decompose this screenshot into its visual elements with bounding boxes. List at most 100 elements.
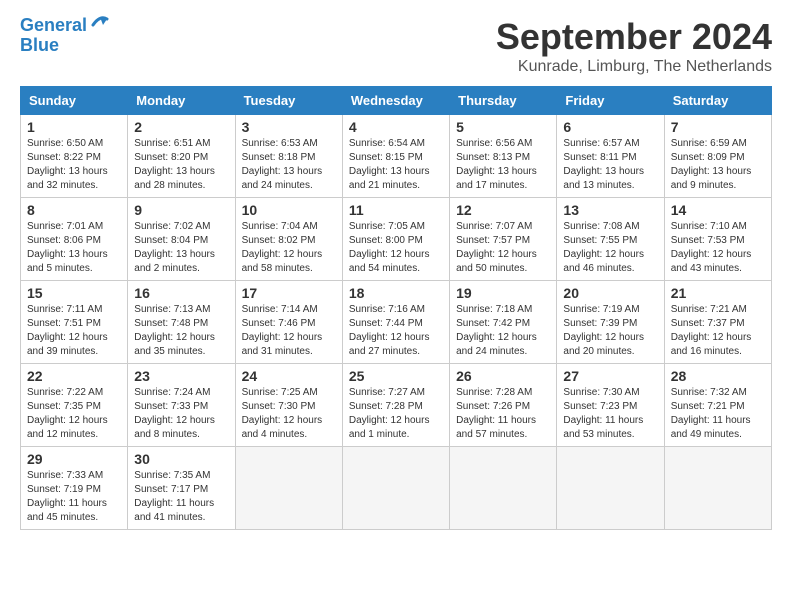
weekday-header: Sunday <box>21 87 128 115</box>
calendar-day-cell: 21Sunrise: 7:21 AM Sunset: 7:37 PM Dayli… <box>664 281 771 364</box>
day-number: 5 <box>456 119 550 135</box>
calendar-day-cell: 19 Sunrise: 7:18 AM Sunset: 7:42 PM Dayli… <box>450 281 557 364</box>
day-info: Sunrise: 7:02 AM Sunset: 8:04 PM Dayligh… <box>134 220 228 276</box>
day-info: Sunrise: 7:24 AM Sunset: 7:33 PM Dayligh… <box>134 386 228 442</box>
day-info: Sunrise: 7:16 AM Sunset: 7:44 PM Dayligh… <box>349 303 443 359</box>
day-info: Sunrise: 7:33 AM Sunset: 7:19 PM Dayligh… <box>27 469 121 525</box>
day-number: 10 <box>242 202 336 218</box>
day-number: 17 <box>242 285 336 301</box>
day-number: 29 <box>27 451 121 467</box>
calendar-day-cell: 16Sunrise: 7:13 AM Sunset: 7:48 PM Dayli… <box>128 281 235 364</box>
calendar-day-cell: 11Sunrise: 7:05 AM Sunset: 8:00 PM Dayli… <box>342 198 449 281</box>
day-info: Sunrise: 6:57 AM Sunset: 8:11 PM Dayligh… <box>563 137 657 193</box>
calendar-day-cell: 7 Sunrise: 6:59 AM Sunset: 8:09 PM Daylig… <box>664 115 771 198</box>
calendar-day-cell: 2 Sunrise: 6:51 AM Sunset: 8:20 PM Daylig… <box>128 115 235 198</box>
calendar-day-cell: 20Sunrise: 7:19 AM Sunset: 7:39 PM Dayli… <box>557 281 664 364</box>
calendar-day-cell: 18Sunrise: 7:16 AM Sunset: 7:44 PM Dayli… <box>342 281 449 364</box>
location: Kunrade, Limburg, The Netherlands <box>496 58 772 76</box>
calendar-day-cell: 3Sunrise: 6:53 AM Sunset: 8:18 PM Daylig… <box>235 115 342 198</box>
calendar-day-cell: 26 Sunrise: 7:28 AM Sunset: 7:26 PM Dayli… <box>450 364 557 447</box>
calendar-day-cell: 25 Sunrise: 7:27 AM Sunset: 7:28 PM Dayli… <box>342 364 449 447</box>
calendar-day-cell: 8 Sunrise: 7:01 AM Sunset: 8:06 PM Daylig… <box>21 198 128 281</box>
calendar-week-row: 8 Sunrise: 7:01 AM Sunset: 8:06 PM Daylig… <box>21 198 772 281</box>
calendar-day-cell <box>664 447 771 530</box>
calendar-day-cell <box>235 447 342 530</box>
calendar-day-cell: 5 Sunrise: 6:56 AM Sunset: 8:13 PM Daylig… <box>450 115 557 198</box>
calendar-day-cell: 1 Sunrise: 6:50 AM Sunset: 8:22 PM Daylig… <box>21 115 128 198</box>
day-number: 3 <box>242 119 336 135</box>
day-info: Sunrise: 7:32 AM Sunset: 7:21 PM Dayligh… <box>671 386 765 442</box>
day-number: 27 <box>563 368 657 384</box>
calendar-day-cell: 9 Sunrise: 7:02 AM Sunset: 8:04 PM Daylig… <box>128 198 235 281</box>
title-block: September 2024 Kunrade, Limburg, The Net… <box>496 16 772 76</box>
day-info: Sunrise: 7:13 AM Sunset: 7:48 PM Dayligh… <box>134 303 228 359</box>
day-number: 25 <box>349 368 443 384</box>
day-number: 2 <box>134 119 228 135</box>
day-number: 11 <box>349 202 443 218</box>
calendar-day-cell: 12Sunrise: 7:07 AM Sunset: 7:57 PM Dayli… <box>450 198 557 281</box>
calendar-day-cell: 23Sunrise: 7:24 AM Sunset: 7:33 PM Dayli… <box>128 364 235 447</box>
calendar-day-cell: 15Sunrise: 7:11 AM Sunset: 7:51 PM Dayli… <box>21 281 128 364</box>
day-info: Sunrise: 7:01 AM Sunset: 8:06 PM Dayligh… <box>27 220 121 276</box>
calendar-week-row: 22Sunrise: 7:22 AM Sunset: 7:35 PM Dayli… <box>21 364 772 447</box>
day-info: Sunrise: 6:56 AM Sunset: 8:13 PM Dayligh… <box>456 137 550 193</box>
calendar-day-cell <box>450 447 557 530</box>
page-header: General Blue September 2024 Kunrade, Lim… <box>20 16 772 76</box>
day-info: Sunrise: 7:08 AM Sunset: 7:55 PM Dayligh… <box>563 220 657 276</box>
logo-icon <box>89 11 111 33</box>
calendar-header: SundayMondayTuesdayWednesdayThursdayFrid… <box>21 87 772 115</box>
day-info: Sunrise: 6:50 AM Sunset: 8:22 PM Dayligh… <box>27 137 121 193</box>
calendar-day-cell: 24 Sunrise: 7:25 AM Sunset: 7:30 PM Dayli… <box>235 364 342 447</box>
day-number: 9 <box>134 202 228 218</box>
day-info: Sunrise: 7:35 AM Sunset: 7:17 PM Dayligh… <box>134 469 228 525</box>
day-info: Sunrise: 6:51 AM Sunset: 8:20 PM Dayligh… <box>134 137 228 193</box>
day-info: Sunrise: 7:07 AM Sunset: 7:57 PM Dayligh… <box>456 220 550 276</box>
month-title: September 2024 <box>496 16 772 58</box>
calendar-day-cell: 28 Sunrise: 7:32 AM Sunset: 7:21 PM Dayli… <box>664 364 771 447</box>
day-info: Sunrise: 7:04 AM Sunset: 8:02 PM Dayligh… <box>242 220 336 276</box>
calendar-day-cell: 17Sunrise: 7:14 AM Sunset: 7:46 PM Dayli… <box>235 281 342 364</box>
day-number: 20 <box>563 285 657 301</box>
weekday-header: Thursday <box>450 87 557 115</box>
day-info: Sunrise: 7:25 AM Sunset: 7:30 PM Dayligh… <box>242 386 336 442</box>
day-info: Sunrise: 6:54 AM Sunset: 8:15 PM Dayligh… <box>349 137 443 193</box>
calendar-day-cell: 4 Sunrise: 6:54 AM Sunset: 8:15 PM Daylig… <box>342 115 449 198</box>
calendar-day-cell <box>557 447 664 530</box>
day-info: Sunrise: 6:59 AM Sunset: 8:09 PM Dayligh… <box>671 137 765 193</box>
weekday-header: Wednesday <box>342 87 449 115</box>
calendar-day-cell: 14 Sunrise: 7:10 AM Sunset: 7:53 PM Dayli… <box>664 198 771 281</box>
day-number: 26 <box>456 368 550 384</box>
day-info: Sunrise: 7:27 AM Sunset: 7:28 PM Dayligh… <box>349 386 443 442</box>
logo-text: General <box>20 16 87 36</box>
weekday-header: Tuesday <box>235 87 342 115</box>
day-number: 1 <box>27 119 121 135</box>
day-number: 8 <box>27 202 121 218</box>
day-number: 19 <box>456 285 550 301</box>
calendar-body: 1 Sunrise: 6:50 AM Sunset: 8:22 PM Daylig… <box>21 115 772 530</box>
calendar-day-cell: 13 Sunrise: 7:08 AM Sunset: 7:55 PM Dayli… <box>557 198 664 281</box>
weekday-header: Monday <box>128 87 235 115</box>
day-info: Sunrise: 7:18 AM Sunset: 7:42 PM Dayligh… <box>456 303 550 359</box>
calendar-day-cell: 10 Sunrise: 7:04 AM Sunset: 8:02 PM Dayli… <box>235 198 342 281</box>
calendar-week-row: 29 Sunrise: 7:33 AM Sunset: 7:19 PM Dayli… <box>21 447 772 530</box>
day-number: 7 <box>671 119 765 135</box>
day-info: Sunrise: 7:10 AM Sunset: 7:53 PM Dayligh… <box>671 220 765 276</box>
calendar-day-cell: 29 Sunrise: 7:33 AM Sunset: 7:19 PM Dayli… <box>21 447 128 530</box>
day-number: 4 <box>349 119 443 135</box>
calendar-day-cell: 22Sunrise: 7:22 AM Sunset: 7:35 PM Dayli… <box>21 364 128 447</box>
calendar-day-cell: 6Sunrise: 6:57 AM Sunset: 8:11 PM Daylig… <box>557 115 664 198</box>
weekday-header: Saturday <box>664 87 771 115</box>
day-number: 24 <box>242 368 336 384</box>
day-info: Sunrise: 7:22 AM Sunset: 7:35 PM Dayligh… <box>27 386 121 442</box>
day-info: Sunrise: 7:28 AM Sunset: 7:26 PM Dayligh… <box>456 386 550 442</box>
calendar-day-cell: 30 Sunrise: 7:35 AM Sunset: 7:17 PM Dayli… <box>128 447 235 530</box>
day-number: 13 <box>563 202 657 218</box>
day-number: 30 <box>134 451 228 467</box>
calendar-day-cell <box>342 447 449 530</box>
day-number: 28 <box>671 368 765 384</box>
logo: General Blue <box>20 16 111 54</box>
day-number: 14 <box>671 202 765 218</box>
calendar-week-row: 15Sunrise: 7:11 AM Sunset: 7:51 PM Dayli… <box>21 281 772 364</box>
day-number: 21 <box>671 285 765 301</box>
day-info: Sunrise: 7:30 AM Sunset: 7:23 PM Dayligh… <box>563 386 657 442</box>
